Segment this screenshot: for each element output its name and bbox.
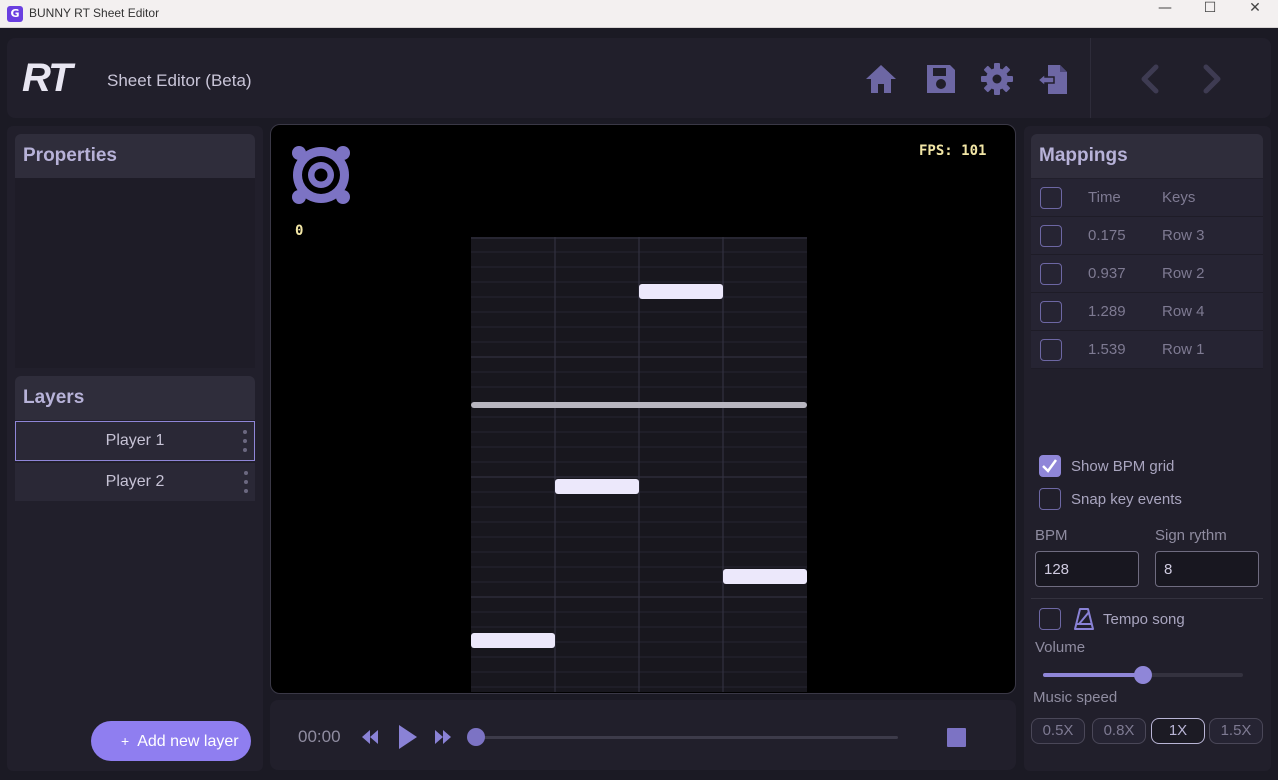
note-row-1 — [471, 633, 555, 648]
mapping-row-checkbox[interactable] — [1040, 225, 1062, 247]
mapping-keys: Row 1 — [1162, 341, 1205, 358]
note-grid — [471, 237, 807, 692]
close-button[interactable]: ✕ — [1232, 0, 1278, 28]
volume-fill — [1043, 673, 1143, 677]
bpm-input[interactable]: 128 — [1035, 551, 1139, 587]
volume-label: Volume — [1035, 639, 1086, 656]
mapping-row-checkbox[interactable] — [1040, 263, 1062, 285]
fps-counter: FPS: 101 — [919, 143, 987, 159]
save-icon[interactable] — [924, 62, 958, 96]
mapping-row[interactable]: 0.175 Row 3 — [1031, 217, 1263, 255]
playback-time: 00:00 — [298, 727, 341, 746]
transport-bar — [270, 700, 1016, 770]
score-counter: 0 — [295, 223, 304, 239]
maximize-button[interactable]: ☐ — [1187, 0, 1233, 28]
mapping-time: 1.289 — [1088, 303, 1126, 320]
app-icon: G — [7, 6, 23, 22]
tempo-song-label: Tempo song — [1103, 611, 1185, 628]
layer-item-player-1[interactable]: Player 1 — [15, 421, 255, 461]
mapping-row[interactable]: 1.539 Row 1 — [1031, 331, 1263, 369]
seek-thumb[interactable] — [467, 728, 485, 746]
home-icon[interactable] — [864, 62, 898, 96]
mapping-row[interactable]: 0.937 Row 2 — [1031, 255, 1263, 293]
metronome-icon — [1074, 608, 1094, 630]
undo-icon[interactable] — [1134, 62, 1168, 96]
tempo-song-checkbox[interactable] — [1039, 608, 1061, 630]
seek-track[interactable] — [476, 736, 898, 739]
mapping-keys: Row 3 — [1162, 227, 1205, 244]
mappings-header-row: Time Keys — [1031, 179, 1263, 217]
header-divider — [1090, 38, 1091, 118]
add-layer-label: Add new layer — [137, 733, 239, 750]
mapping-time: 0.175 — [1088, 227, 1126, 244]
bpm-label: BPM — [1035, 527, 1068, 544]
settings-divider — [1031, 598, 1263, 599]
mappings-title: Mappings — [1031, 134, 1263, 178]
snap-key-events-label: Snap key events — [1071, 491, 1182, 508]
layer-menu-icon[interactable] — [243, 430, 247, 452]
mapping-time: 1.539 — [1088, 341, 1126, 358]
rewind-icon[interactable] — [360, 728, 380, 746]
mapping-keys: Row 2 — [1162, 265, 1205, 282]
layer-label: Player 2 — [105, 473, 165, 490]
speed-option-0.5x[interactable]: 0.5X — [1031, 718, 1085, 744]
speed-option-0.8x[interactable]: 0.8X — [1092, 718, 1146, 744]
speed-option-1.5x[interactable]: 1.5X — [1209, 718, 1263, 744]
note-row-2 — [555, 479, 639, 494]
redo-icon[interactable] — [1194, 62, 1228, 96]
minimize-button[interactable]: — — [1142, 0, 1188, 28]
select-all-checkbox[interactable] — [1040, 187, 1062, 209]
sign-rythm-label: Sign rythm — [1155, 527, 1227, 544]
export-icon[interactable] — [1036, 62, 1070, 96]
snap-key-events-checkbox[interactable] — [1039, 488, 1061, 510]
column-header-time: Time — [1088, 189, 1121, 206]
layer-label: Player 1 — [105, 432, 165, 449]
music-speed-label: Music speed — [1033, 689, 1118, 706]
note-lane-area[interactable] — [471, 237, 807, 692]
layer-menu-icon[interactable] — [244, 471, 248, 493]
show-bpm-grid-checkbox[interactable] — [1039, 455, 1061, 477]
properties-title: Properties — [15, 134, 255, 178]
add-layer-button[interactable]: + Add new layer — [91, 721, 251, 761]
play-icon[interactable] — [397, 724, 419, 750]
mapping-time: 0.937 — [1088, 265, 1126, 282]
gear-icon[interactable] — [980, 62, 1014, 96]
mapping-row[interactable]: 1.289 Row 4 — [1031, 293, 1263, 331]
properties-panel — [15, 178, 255, 368]
show-bpm-grid-label: Show BPM grid — [1071, 458, 1175, 475]
check-icon — [1042, 459, 1058, 473]
mapping-keys: Row 4 — [1162, 303, 1205, 320]
sign-rythm-input[interactable]: 8 — [1155, 551, 1259, 587]
layer-item-player-2[interactable]: Player 2 — [15, 463, 255, 501]
speed-option-1x[interactable]: 1X — [1151, 718, 1205, 744]
window-titlebar — [0, 0, 1278, 28]
app-subtitle: Sheet Editor (Beta) — [107, 71, 252, 90]
app-logo: RT — [22, 56, 73, 100]
speaker-icon — [292, 146, 350, 204]
layers-title: Layers — [15, 376, 255, 420]
mapping-row-checkbox[interactable] — [1040, 339, 1062, 361]
fast-forward-icon[interactable] — [433, 728, 453, 746]
stop-icon[interactable] — [947, 728, 966, 747]
note-row-4 — [723, 569, 807, 584]
column-header-keys: Keys — [1162, 189, 1196, 206]
window-title: BUNNY RT Sheet Editor — [29, 6, 160, 20]
volume-thumb[interactable] — [1134, 666, 1152, 684]
plus-icon: + — [121, 733, 130, 749]
note-row-3 — [639, 284, 723, 299]
mapping-row-checkbox[interactable] — [1040, 301, 1062, 323]
